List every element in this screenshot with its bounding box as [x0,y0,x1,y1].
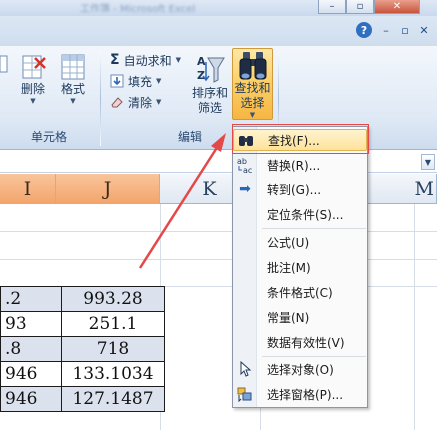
annotation-arrow [138,133,226,269]
